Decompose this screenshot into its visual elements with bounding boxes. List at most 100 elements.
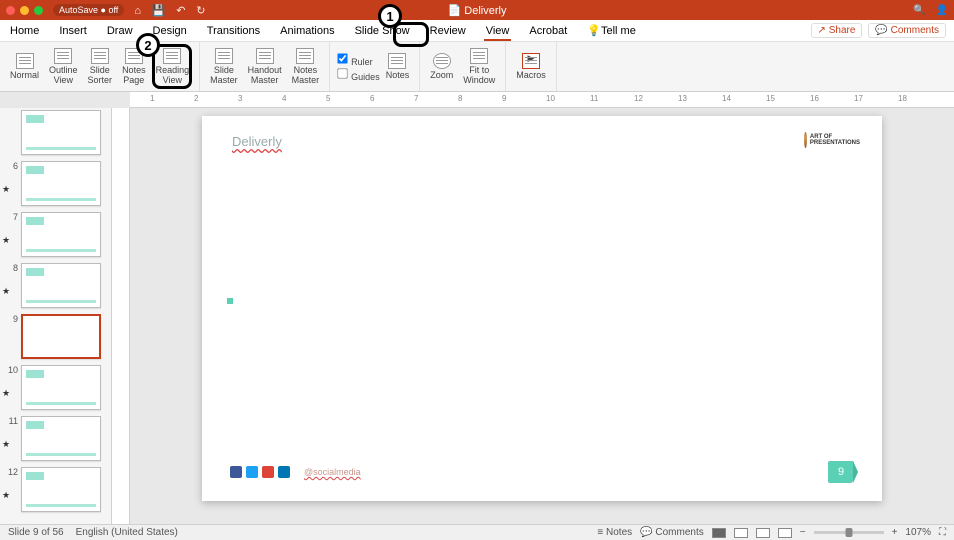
- handout-master-button[interactable]: Handout Master: [244, 46, 286, 88]
- reading-view-icon-status[interactable]: [756, 528, 770, 538]
- guides-label: Guides: [351, 72, 380, 82]
- ruler-tick: 4: [282, 94, 286, 103]
- comments-label: Comments: [891, 25, 939, 36]
- slide-master-button[interactable]: Slide Master: [206, 46, 242, 88]
- thumbnail-row[interactable]: 12★: [4, 467, 107, 512]
- zoom-in-button[interactable]: +: [892, 527, 898, 538]
- redo-icon[interactable]: ↻: [196, 5, 205, 17]
- slide-canvas-area[interactable]: Deliverly ART OF PRESENTATIONS @socialme…: [130, 108, 954, 524]
- normal-view-button[interactable]: Normal: [6, 51, 43, 83]
- thumbnail-row[interactable]: 7★: [4, 212, 107, 257]
- notes-button[interactable]: Notes: [382, 51, 414, 83]
- thumbnail-row[interactable]: 10★: [4, 365, 107, 410]
- status-notes-label: Notes: [606, 527, 632, 538]
- slide-thumbnail[interactable]: [21, 365, 101, 410]
- main-area: 6★7★8★910★11★12★ Deliverly ART OF PRESEN…: [0, 108, 954, 524]
- slide-master-label: Slide Master: [210, 66, 238, 86]
- home-icon[interactable]: ⌂: [134, 5, 141, 17]
- tab-view[interactable]: View: [476, 20, 520, 41]
- slide-thumbnail[interactable]: [21, 467, 101, 512]
- status-comments-label: Comments: [655, 527, 703, 538]
- thumbnail-row[interactable]: 9: [4, 314, 107, 359]
- macros-icon: ▶: [522, 53, 540, 69]
- tab-transitions[interactable]: Transitions: [197, 20, 270, 41]
- status-bar: Slide 9 of 56 English (United States) ≡ …: [0, 524, 954, 540]
- guides-checkbox[interactable]: Guides: [336, 67, 380, 82]
- slide-thumbnail[interactable]: [21, 416, 101, 461]
- tab-acrobat[interactable]: Acrobat: [519, 20, 577, 41]
- ruler-tick: 13: [678, 94, 687, 103]
- zoom-slider[interactable]: [814, 531, 884, 534]
- user-icon[interactable]: 👤: [936, 5, 948, 16]
- macros-button[interactable]: ▶ Macros: [512, 51, 550, 83]
- animation-star-icon: ★: [2, 185, 18, 194]
- slide-thumbnail[interactable]: [21, 161, 101, 206]
- sorter-view-icon-status[interactable]: [734, 528, 748, 538]
- slide-thumbnail[interactable]: [21, 212, 101, 257]
- notes-master-label: Notes Master: [292, 66, 320, 86]
- thumbnail-row[interactable]: 8★: [4, 263, 107, 308]
- sorter-icon: [91, 48, 109, 64]
- undo-icon[interactable]: ↶: [176, 5, 185, 17]
- thumbnail-row[interactable]: [4, 110, 107, 155]
- ruler-tick: 1: [150, 94, 154, 103]
- slide-footer: @socialmedia 9: [230, 461, 854, 483]
- minimize-window-icon[interactable]: [20, 6, 29, 15]
- language-status[interactable]: English (United States): [76, 527, 178, 538]
- tab-home[interactable]: Home: [0, 20, 49, 41]
- thumbnail-number: 10: [4, 365, 18, 375]
- thumbnail-number: 6: [4, 161, 18, 171]
- zoom-button[interactable]: Zoom: [426, 51, 457, 83]
- ruler-guides-checks: Ruler Guides: [336, 52, 380, 82]
- maximize-window-icon[interactable]: [34, 6, 43, 15]
- outline-label: Outline View: [49, 66, 78, 86]
- slide-thumbnail[interactable]: [21, 110, 101, 155]
- fit-window-status-button[interactable]: ⛶: [939, 527, 946, 538]
- tab-animations[interactable]: Animations: [270, 20, 344, 41]
- google-plus-icon[interactable]: [262, 466, 274, 478]
- ruler-label: Ruler: [351, 57, 373, 67]
- comments-button[interactable]: 💬 Comments: [868, 23, 946, 38]
- status-comments-button[interactable]: 💬 Comments: [640, 527, 704, 538]
- close-window-icon[interactable]: [6, 6, 15, 15]
- ruler-tick: 14: [722, 94, 731, 103]
- logo-text: ART OF PRESENTATIONS: [810, 134, 860, 146]
- macros-label: Macros: [516, 71, 546, 81]
- current-slide[interactable]: Deliverly ART OF PRESENTATIONS @socialme…: [202, 116, 882, 501]
- annotation-box-1: [393, 22, 429, 47]
- zoom-out-button[interactable]: −: [800, 527, 806, 538]
- thumbnail-number: 12: [4, 467, 18, 477]
- outline-view-icon: [54, 48, 72, 64]
- normal-view-icon-status[interactable]: [712, 528, 726, 538]
- zoom-icon: [433, 53, 451, 69]
- window-controls[interactable]: [6, 6, 43, 15]
- tab-draw[interactable]: Draw: [97, 20, 143, 41]
- slide-sorter-button[interactable]: Slide Sorter: [84, 46, 117, 88]
- share-button[interactable]: ↗ Share: [811, 23, 863, 38]
- zoom-percent[interactable]: 107%: [905, 527, 931, 538]
- status-notes-button[interactable]: ≡ Notes: [597, 527, 632, 538]
- autosave-toggle[interactable]: AutoSave ● off: [53, 4, 124, 16]
- linkedin-icon[interactable]: [278, 466, 290, 478]
- vertical-ruler: [112, 108, 130, 524]
- handout-master-label: Handout Master: [248, 66, 282, 86]
- slide-thumbnail[interactable]: [21, 263, 101, 308]
- search-icon[interactable]: 🔍: [913, 5, 925, 16]
- notes-master-button[interactable]: Notes Master: [288, 46, 324, 88]
- slide-title-text[interactable]: Deliverly: [232, 134, 282, 149]
- tab-insert[interactable]: Insert: [49, 20, 97, 41]
- thumbnail-row[interactable]: 6★: [4, 161, 107, 206]
- twitter-icon[interactable]: [246, 466, 258, 478]
- slide-thumbnail[interactable]: [21, 314, 101, 359]
- outline-view-button[interactable]: Outline View: [45, 46, 82, 88]
- social-handle-text: @socialmedia: [304, 467, 361, 477]
- facebook-icon[interactable]: [230, 466, 242, 478]
- save-icon[interactable]: 💾: [152, 5, 166, 17]
- ruler-checkbox[interactable]: Ruler: [336, 52, 380, 67]
- fit-window-button[interactable]: Fit to Window: [459, 46, 499, 88]
- tab-tellme[interactable]: 💡 Tell me: [577, 20, 646, 41]
- zoom-label: Zoom: [430, 71, 453, 81]
- slide-thumbnails-pane[interactable]: 6★7★8★910★11★12★: [0, 108, 112, 524]
- thumbnail-row[interactable]: 11★: [4, 416, 107, 461]
- slideshow-view-icon-status[interactable]: [778, 528, 792, 538]
